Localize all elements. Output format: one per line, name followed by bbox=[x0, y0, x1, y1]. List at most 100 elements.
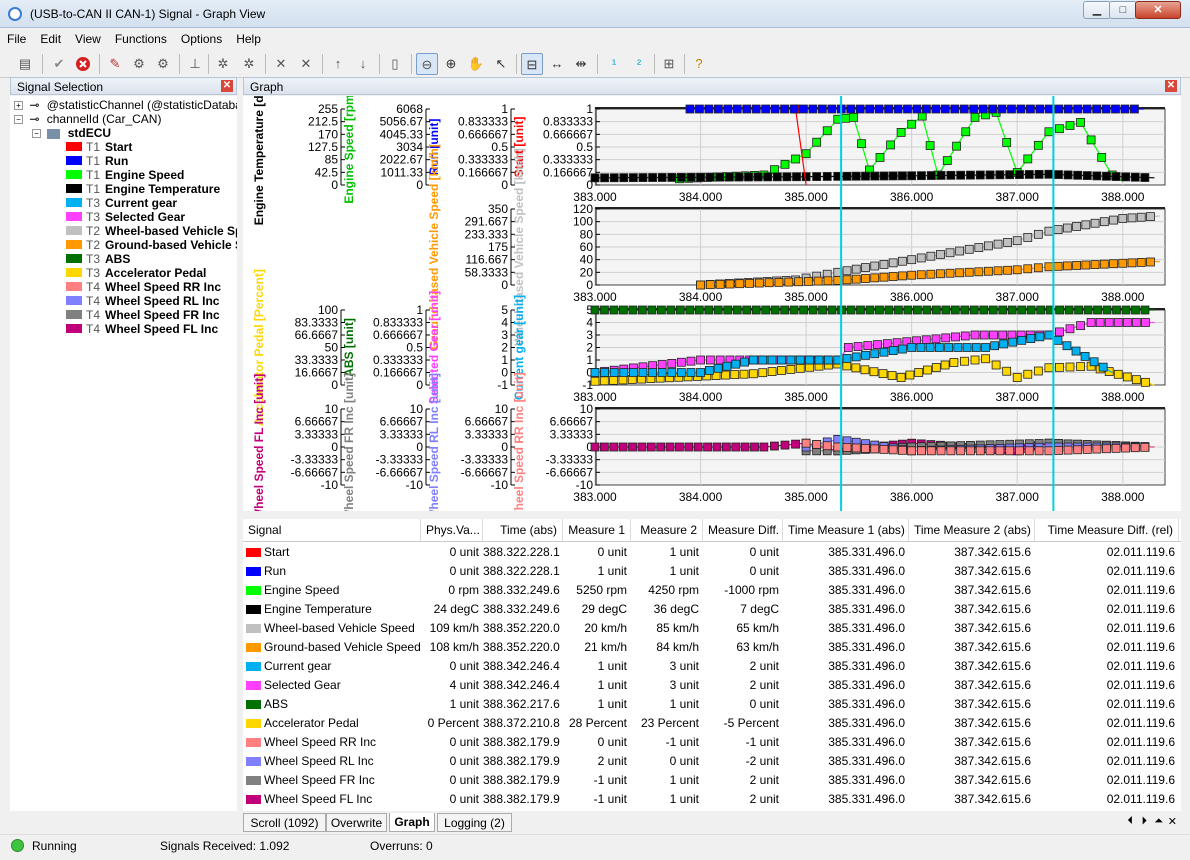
y-tick-label: -10 bbox=[321, 478, 339, 492]
marker-1-icon[interactable]: ¹ bbox=[603, 53, 625, 75]
table-row[interactable]: Wheel Speed FR Inc 0 unit 388.382.179.9 -1 … bbox=[243, 771, 1181, 790]
data-point bbox=[646, 442, 656, 452]
data-point bbox=[817, 104, 827, 114]
graph-area[interactable]: 383.000 384.000 385.000 386.000 387.000 388.0… bbox=[243, 96, 1181, 511]
data-point bbox=[979, 330, 989, 340]
data-point bbox=[940, 104, 950, 114]
tab-logging[interactable]: Logging (2) bbox=[437, 813, 512, 832]
check-icon[interactable]: ✔ bbox=[48, 53, 70, 75]
tab-next-icon[interactable]: ⏵ bbox=[1142, 815, 1148, 828]
pointer-icon[interactable]: ↖ bbox=[490, 53, 512, 75]
arrow-down-icon[interactable]: ↓ bbox=[352, 53, 374, 75]
signal-name: Selected Gear bbox=[264, 678, 341, 692]
delete-icon[interactable]: ✕ bbox=[270, 53, 292, 75]
col-measure-diff-cell: -1 unit bbox=[745, 735, 779, 749]
minimize-button[interactable]: ▁ bbox=[1083, 1, 1111, 19]
data-point bbox=[759, 442, 769, 452]
col-time-abs-cell: 388.332.249.6 bbox=[483, 583, 560, 597]
data-point bbox=[1023, 233, 1033, 242]
menu-functions[interactable]: Functions bbox=[108, 30, 174, 46]
table-row[interactable]: Wheel-based Vehicle Speed 109 km/h 388.352… bbox=[243, 619, 1181, 638]
tab-prev-icon[interactable]: ⏴ bbox=[1128, 815, 1134, 828]
measure-icon[interactable]: ⊞ bbox=[658, 53, 680, 75]
menu-edit[interactable]: Edit bbox=[33, 30, 68, 46]
tab-overwrite[interactable]: Overwrite bbox=[326, 813, 387, 832]
data-point bbox=[991, 360, 1001, 370]
col-time-measure-2-header[interactable]: Time Measure 2 (abs) bbox=[909, 519, 1035, 541]
save-icon[interactable]: ▤ bbox=[14, 53, 36, 75]
table-row[interactable]: Wheel Speed RL Inc 0 unit 388.382.179.9 2 u… bbox=[243, 752, 1181, 771]
col-measure-1-header[interactable]: Measure 1 bbox=[563, 519, 631, 541]
arrow-up-icon[interactable]: ↑ bbox=[327, 53, 349, 75]
table-row[interactable]: Wheel Speed FL Inc 0 unit 388.382.179.9 -1 … bbox=[243, 790, 1181, 809]
graph-canvas[interactable]: 383.000 384.000 385.000 386.000 387.000 388.0… bbox=[243, 96, 1181, 511]
tab-scroll[interactable]: Scroll (1092) bbox=[243, 813, 326, 832]
data-point bbox=[959, 104, 969, 114]
maximize-button[interactable]: □ bbox=[1109, 1, 1137, 19]
tree-item-ecu[interactable]: − stdECU bbox=[32, 126, 111, 140]
fit-both-icon[interactable]: ⊟ bbox=[521, 53, 543, 75]
tab-close-icon[interactable]: ✕ bbox=[1168, 815, 1177, 828]
data-point bbox=[1121, 443, 1131, 453]
config-2-icon[interactable]: ⚙ bbox=[152, 53, 174, 75]
data-point bbox=[758, 368, 768, 378]
tree-item-statistic-channel[interactable]: + ⊸ @statisticChannel (@statisticDatabas… bbox=[14, 98, 237, 112]
pan-hand-icon[interactable]: ✋ bbox=[465, 53, 487, 75]
col-time-measure-1-header[interactable]: Time Measure 1 (abs) bbox=[783, 519, 909, 541]
col-signal-header[interactable]: Signal bbox=[243, 519, 421, 541]
col-time-measure-diff-header[interactable]: Time Measure Diff. (rel) bbox=[1035, 519, 1179, 541]
clipboard-icon[interactable]: ▯ bbox=[384, 53, 406, 75]
col-measure-2-header[interactable]: Measure 2 bbox=[631, 519, 703, 541]
menu-options[interactable]: Options bbox=[174, 30, 229, 46]
stop-icon[interactable] bbox=[72, 53, 94, 75]
config-icon[interactable]: ⚙ bbox=[128, 53, 150, 75]
col-measure-diff-header[interactable]: Measure Diff. bbox=[703, 519, 783, 541]
table-row[interactable]: Accelerator Pedal 0 Percent 388.372.210.8 2… bbox=[243, 714, 1181, 733]
eraser-icon[interactable]: ✎ bbox=[104, 53, 126, 75]
data-point bbox=[962, 343, 972, 352]
zoom-in-icon[interactable]: ⊕ bbox=[440, 53, 462, 75]
menu-view[interactable]: View bbox=[68, 30, 108, 46]
delete-all-icon[interactable]: ✕ bbox=[295, 53, 317, 75]
table-row[interactable]: Start 0 unit 388.322.228.1 0 unit 1 unit 0 un… bbox=[243, 543, 1181, 562]
collapse-icon[interactable]: − bbox=[14, 115, 23, 125]
table-row[interactable]: Current gear 0 unit 388.342.246.4 1 unit 3 u… bbox=[243, 657, 1181, 676]
table-row[interactable]: Engine Temperature 24 degC 388.332.249.6 29… bbox=[243, 600, 1181, 619]
tab-up-icon[interactable]: ⏶ bbox=[1154, 815, 1163, 828]
data-point bbox=[960, 356, 969, 366]
data-point bbox=[772, 172, 782, 182]
table-row[interactable]: Engine Speed 0 rpm 388.332.249.6 5250 rpm 42… bbox=[243, 581, 1181, 600]
table-row[interactable]: Selected Gear 4 unit 388.342.246.4 1 unit 3 … bbox=[243, 676, 1181, 695]
signal-name: Accelerator Pedal bbox=[264, 716, 359, 730]
col-phys-value-header[interactable]: Phys.Va... bbox=[421, 519, 483, 541]
data-point bbox=[865, 104, 875, 114]
data-point bbox=[1074, 305, 1083, 315]
menu-help[interactable]: Help bbox=[229, 30, 268, 46]
col-measure-1-cell: 20 km/h bbox=[584, 621, 627, 635]
help-icon[interactable]: ? bbox=[688, 53, 710, 75]
x-tick-label: 387.000 bbox=[996, 190, 1040, 204]
tab-graph[interactable]: Graph bbox=[389, 813, 435, 832]
fit-horizontal-icon[interactable]: ↔ bbox=[546, 53, 568, 75]
close-graph-icon[interactable]: ✕ bbox=[1165, 80, 1177, 92]
close-window-button[interactable]: ✕ bbox=[1135, 1, 1181, 19]
fit-vertical-icon[interactable]: ⇹ bbox=[570, 53, 592, 75]
col-time-abs-header[interactable]: Time (abs) bbox=[483, 519, 563, 541]
table-row[interactable]: Run 0 unit 388.322.228.1 1 unit 1 unit 0 unit… bbox=[243, 562, 1181, 581]
table-row[interactable]: ABS 1 unit 388.362.217.6 1 unit 1 unit 0 unit… bbox=[243, 695, 1181, 714]
collapse-icon[interactable]: − bbox=[32, 129, 41, 139]
zoom-box-icon[interactable]: ⊖ bbox=[416, 53, 438, 75]
tree-item-channel-id[interactable]: − ⊸ channelId (Car_CAN) bbox=[14, 112, 161, 126]
table-row[interactable]: Ground-based Vehicle Speed 108 km/h 388.35… bbox=[243, 638, 1181, 657]
anchor-icon[interactable]: ⊥ bbox=[184, 53, 206, 75]
expand-icon[interactable]: + bbox=[14, 101, 23, 111]
settings-2-icon[interactable]: ✲ bbox=[238, 53, 260, 75]
data-point bbox=[777, 366, 786, 375]
data-point bbox=[855, 104, 865, 114]
table-row[interactable]: Wheel Speed RR Inc 0 unit 388.382.179.9 0 u… bbox=[243, 733, 1181, 752]
col-time-abs-cell: 388.352.220.0 bbox=[483, 621, 560, 635]
settings-icon[interactable]: ✲ bbox=[212, 53, 234, 75]
marker-2-icon[interactable]: ² bbox=[628, 53, 650, 75]
menu-file[interactable]: File bbox=[0, 30, 33, 46]
close-signal-selection-icon[interactable]: ✕ bbox=[221, 80, 233, 92]
